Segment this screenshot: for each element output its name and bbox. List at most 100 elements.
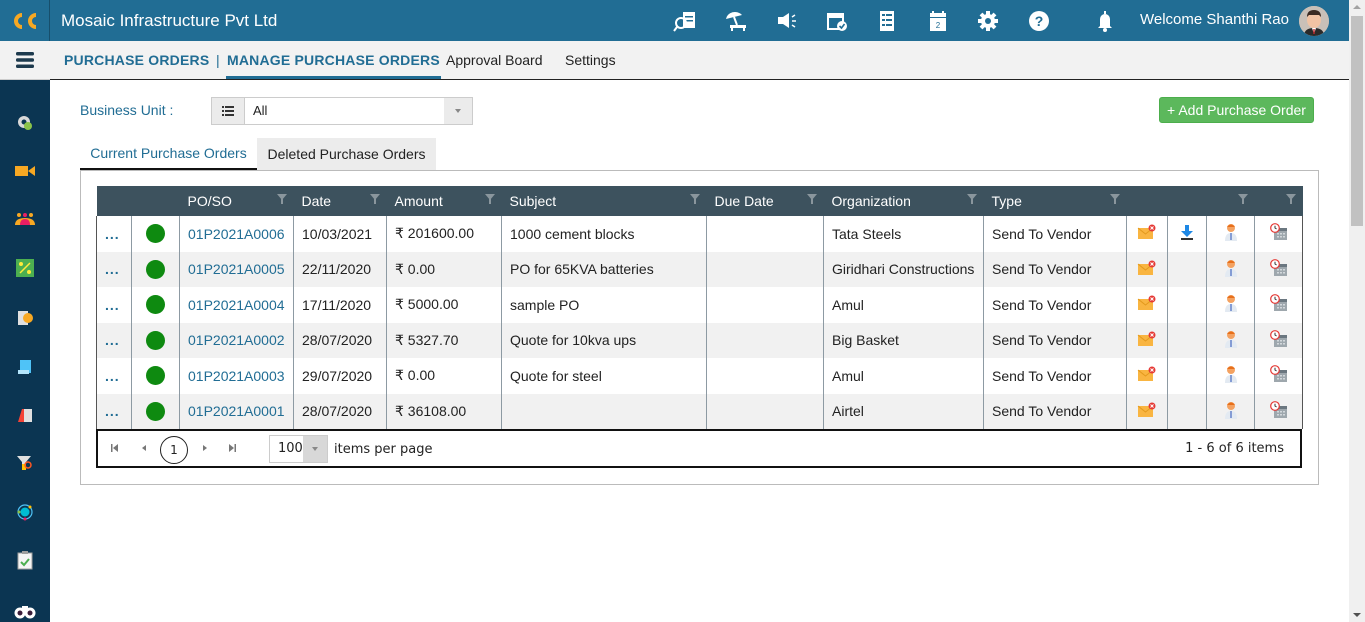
po-number-link[interactable]: 01P2021A0002 (188, 332, 285, 348)
column-header-po[interactable]: PO/SO (179, 186, 294, 216)
more-options-icon[interactable]: ... (105, 261, 120, 277)
schedule-calendar-icon[interactable] (1269, 258, 1289, 277)
column-header-amount[interactable]: Amount (386, 186, 502, 216)
user-icon[interactable] (1223, 259, 1239, 277)
calendar-check-icon[interactable] (824, 8, 850, 34)
table-row[interactable]: ... 01P2021A0006 10/03/2021 ₹ 201600.00 … (96, 216, 1304, 252)
nav-approval-board[interactable]: Approval Board (446, 52, 543, 68)
column-header-due-date[interactable]: Due Date (706, 186, 824, 216)
filter-icon[interactable] (1109, 194, 1120, 204)
search-document-icon[interactable] (672, 8, 698, 34)
chevron-down-icon[interactable] (444, 98, 472, 124)
download-cell[interactable] (1167, 216, 1207, 252)
download-cell[interactable] (1167, 322, 1207, 358)
schedule-cell[interactable] (1254, 358, 1304, 394)
schedule-calendar-icon[interactable] (1269, 223, 1289, 241)
vertical-scrollbar[interactable] (1349, 0, 1365, 622)
row-menu[interactable]: ... (96, 287, 132, 323)
user-icon[interactable] (1223, 365, 1239, 384)
email-error-icon[interactable] (1137, 224, 1157, 240)
more-options-icon[interactable]: ... (105, 226, 120, 242)
download-cell[interactable] (1167, 358, 1207, 394)
nav-purchase-orders[interactable]: PURCHASE ORDERS (64, 52, 209, 68)
binoculars-icon[interactable] (13, 599, 37, 622)
column-header-type[interactable]: Type (983, 186, 1127, 216)
tab-deleted-purchase-orders[interactable]: Deleted Purchase Orders (257, 138, 436, 170)
scroll-up-icon[interactable] (1353, 5, 1361, 9)
schedule-calendar-icon[interactable] (1269, 329, 1289, 348)
notes-icon[interactable] (13, 355, 37, 379)
leave-beach-icon[interactable] (723, 8, 749, 34)
filter-icon[interactable] (484, 194, 495, 204)
module-grid-icon[interactable] (13, 256, 37, 280)
menu-toggle-button[interactable] (0, 41, 50, 80)
po-number-link[interactable]: 01P2021A0003 (188, 368, 285, 384)
email-cell[interactable] (1126, 216, 1168, 252)
filter-icon[interactable] (689, 194, 700, 204)
table-row[interactable]: ... 01P2021A0004 17/11/2020 ₹ 5000.00 sa… (96, 287, 1304, 323)
nav-settings[interactable]: Settings (565, 52, 616, 68)
column-header-schedule[interactable] (1254, 186, 1303, 216)
schedule-cell[interactable] (1254, 393, 1304, 429)
po-number-link[interactable]: 01P2021A0006 (188, 226, 285, 242)
business-unit-select[interactable]: All (211, 97, 473, 125)
schedule-cell[interactable] (1254, 251, 1304, 287)
checklist-icon[interactable] (874, 8, 900, 34)
page-size-select[interactable]: 100 (269, 435, 328, 463)
report-icon[interactable] (13, 306, 37, 330)
filter-icon[interactable] (806, 194, 817, 204)
email-error-icon[interactable] (1137, 331, 1157, 347)
assignee-cell[interactable] (1205, 216, 1255, 252)
po-number-link[interactable]: 01P2021A0005 (188, 261, 285, 277)
email-cell[interactable] (1126, 358, 1168, 394)
email-cell[interactable] (1126, 322, 1168, 358)
column-header-date[interactable]: Date (293, 186, 387, 216)
table-row[interactable]: ... 01P2021A0003 29/07/2020 ₹ 0.00 Quote… (96, 358, 1304, 394)
video-icon[interactable] (13, 159, 37, 183)
document-icon[interactable] (13, 403, 37, 427)
download-icon[interactable] (1179, 224, 1195, 241)
user-icon[interactable] (1223, 330, 1239, 348)
schedule-calendar-icon[interactable] (1269, 400, 1289, 419)
welcome-user[interactable]: Welcome Shanthi Rao (1140, 11, 1289, 28)
help-icon[interactable]: ? (1026, 8, 1052, 34)
row-menu[interactable]: ... (96, 322, 132, 358)
filter-search-icon[interactable] (13, 451, 37, 475)
table-row[interactable]: ... 01P2021A0001 28/07/2020 ₹ 36108.00 A… (96, 393, 1304, 429)
download-cell[interactable] (1167, 393, 1207, 429)
row-menu[interactable]: ... (96, 393, 132, 429)
announcement-megaphone-icon[interactable] (773, 8, 799, 34)
user-icon[interactable] (1223, 401, 1239, 419)
more-options-icon[interactable]: ... (105, 297, 120, 313)
filter-icon[interactable] (1285, 194, 1296, 204)
email-error-icon[interactable] (1137, 295, 1157, 311)
email-cell[interactable] (1126, 287, 1168, 323)
column-header-actions[interactable] (1126, 186, 1255, 216)
schedule-calendar-icon[interactable] (1269, 365, 1289, 383)
email-error-icon[interactable] (1137, 402, 1157, 418)
filter-icon[interactable] (369, 194, 380, 204)
scrollbar-thumb[interactable] (1351, 16, 1363, 226)
next-page-icon[interactable] (201, 444, 209, 452)
assignee-cell[interactable] (1205, 358, 1255, 394)
scroll-down-icon[interactable] (1353, 613, 1361, 617)
last-page-icon[interactable] (228, 444, 236, 452)
column-header-organization[interactable]: Organization (823, 186, 984, 216)
nav-manage-purchase-orders[interactable]: MANAGE PURCHASE ORDERS (227, 52, 440, 68)
schedule-cell[interactable] (1254, 322, 1304, 358)
row-menu[interactable]: ... (96, 358, 132, 394)
first-page-icon[interactable] (111, 444, 119, 452)
clipboard-check-icon[interactable] (13, 548, 37, 572)
settings-gear-icon[interactable] (975, 8, 1001, 34)
user-icon[interactable] (1223, 294, 1239, 313)
po-number-link[interactable]: 01P2021A0004 (188, 297, 285, 313)
calendar-icon[interactable]: 2 (925, 8, 951, 34)
schedule-calendar-icon[interactable] (1269, 294, 1289, 312)
email-error-icon[interactable] (1137, 260, 1157, 276)
current-page[interactable]: 1 (160, 436, 188, 464)
assignee-cell[interactable] (1205, 322, 1255, 358)
user-icon[interactable] (1223, 223, 1239, 242)
row-menu[interactable]: ... (96, 251, 132, 287)
tab-current-purchase-orders[interactable]: Current Purchase Orders (80, 138, 257, 170)
team-icon[interactable] (13, 207, 37, 231)
